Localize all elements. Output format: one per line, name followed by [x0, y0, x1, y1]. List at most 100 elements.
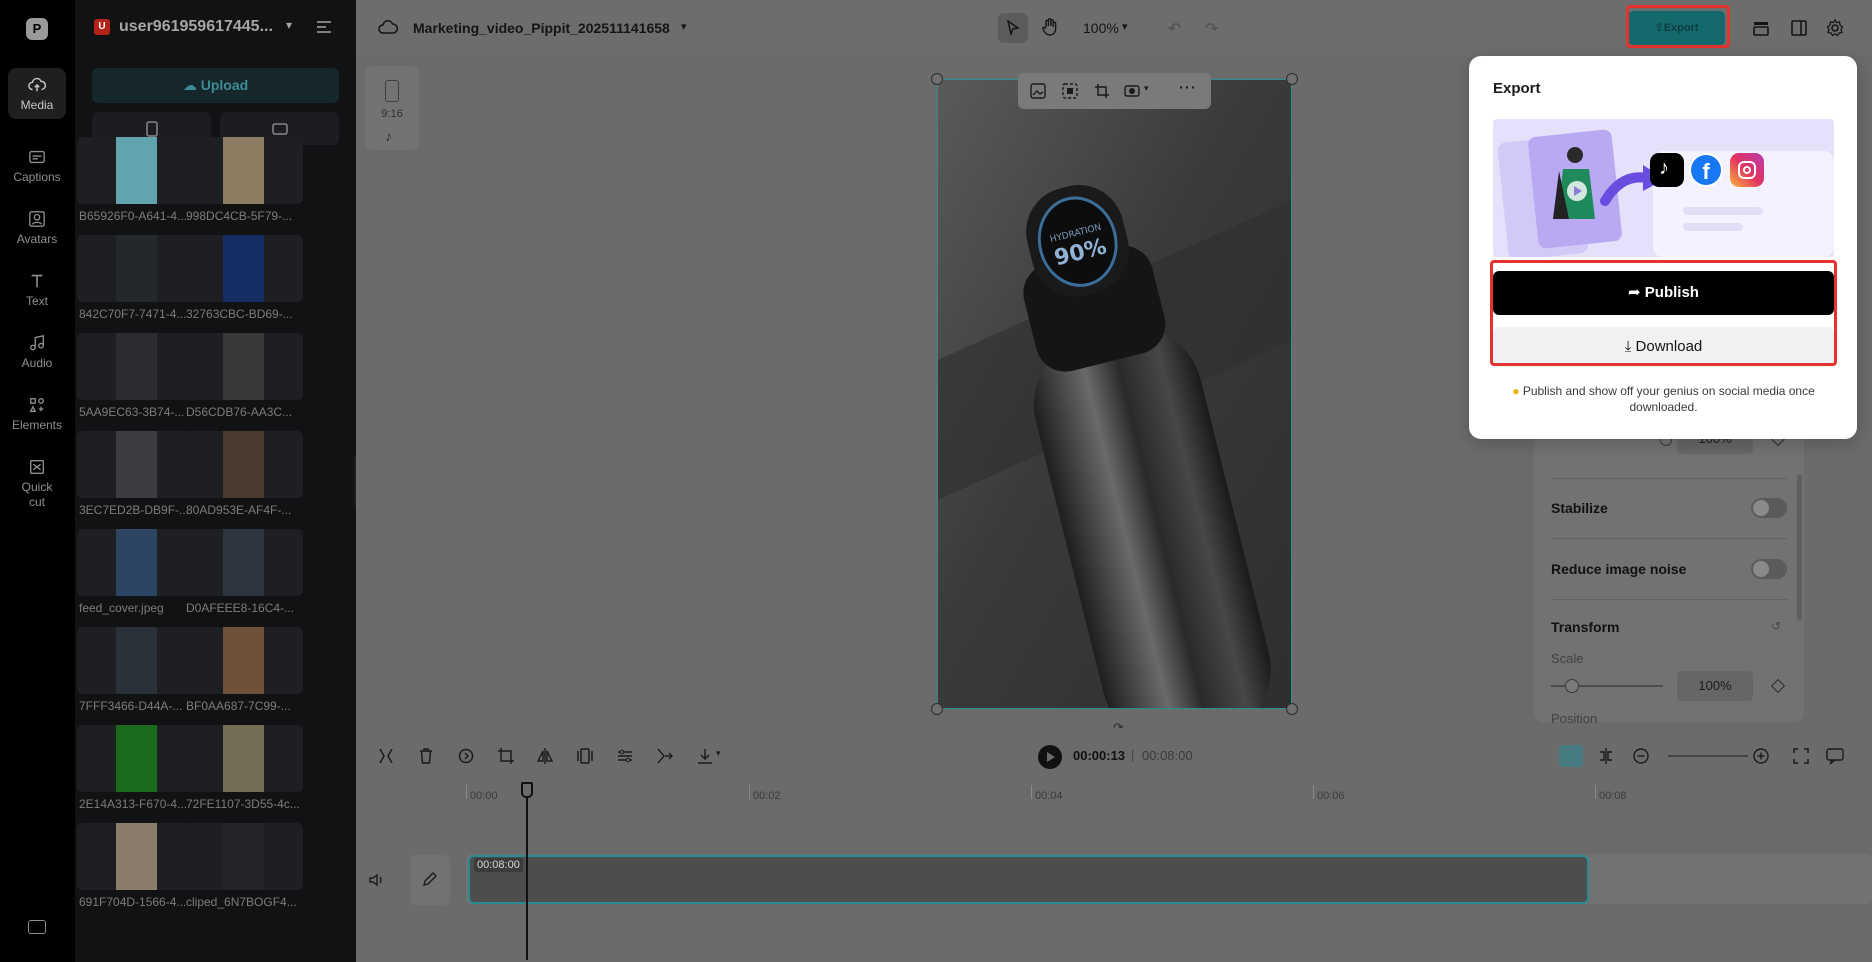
chevron-down-icon[interactable]: ▾ [1122, 20, 1128, 33]
user-name[interactable]: user961959617445... [119, 18, 273, 36]
download-icon[interactable] [696, 747, 714, 765]
track-mute-button[interactable] [356, 855, 396, 905]
chevron-down-icon[interactable]: ▾ [286, 18, 292, 32]
crop-icon[interactable] [497, 747, 515, 765]
rail-item-avatars[interactable]: Avatars [8, 210, 66, 246]
media-thumbnail[interactable] [77, 235, 196, 302]
media-thumbnail[interactable] [77, 823, 196, 890]
more-options-icon[interactable]: ⋯ [1178, 77, 1196, 98]
cloud-sync-icon[interactable] [378, 19, 398, 35]
fit-screen-icon[interactable] [1792, 747, 1810, 765]
upload-button[interactable]: ☁ Upload [92, 68, 339, 103]
resize-handle-top-right[interactable] [1286, 73, 1298, 85]
reset-icon[interactable]: ↺ [1771, 619, 1781, 633]
split-link-icon[interactable] [1597, 747, 1615, 765]
playhead[interactable] [526, 798, 528, 960]
track-edit-button[interactable] [410, 855, 450, 905]
aspect-ratio-selector[interactable]: 9:16 ♪ [365, 66, 419, 150]
loop-icon[interactable] [457, 747, 475, 765]
adjust-icon[interactable] [616, 747, 634, 765]
media-thumbnail[interactable] [184, 627, 303, 694]
media-thumbnail[interactable] [77, 431, 196, 498]
rail-item-elements[interactable]: Elements [8, 396, 66, 432]
replace-image-icon[interactable] [1030, 83, 1046, 99]
list-menu-icon[interactable] [316, 20, 332, 34]
resize-handle-bottom-left[interactable] [931, 703, 943, 715]
mask-icon[interactable] [1124, 83, 1140, 99]
flip-icon[interactable] [536, 747, 554, 765]
timeline: ▾ 00:00:13 | 00:08:00 00:00 00:02 00:04 … [356, 728, 1872, 962]
music-note-icon [30, 334, 44, 351]
zoom-out-icon[interactable] [1632, 747, 1650, 765]
rail-item-quick-cut[interactable]: Quick cut [8, 458, 66, 510]
reduce-noise-toggle[interactable] [1751, 559, 1787, 579]
feedback-icon[interactable] [1826, 747, 1844, 765]
properties-scrollbar[interactable] [1797, 474, 1802, 620]
rail-item-media[interactable]: Media [8, 68, 66, 119]
undo-icon[interactable]: ↶ [1168, 19, 1181, 39]
keyboard-shortcuts-icon[interactable] [28, 920, 46, 934]
media-thumbnail[interactable] [77, 529, 196, 596]
media-thumbnail[interactable] [184, 235, 303, 302]
delete-trash-icon[interactable] [417, 747, 435, 765]
keyframe-diamond-icon[interactable] [1770, 678, 1786, 694]
export-highlight-box [1626, 5, 1730, 48]
remove-background-icon[interactable] [1062, 83, 1078, 99]
settings-gear-icon[interactable] [1825, 18, 1845, 38]
quick-cut-icon [30, 460, 44, 474]
layers-icon[interactable] [1751, 18, 1771, 38]
thumbnail-image [116, 725, 157, 792]
hand-tool-icon[interactable] [1040, 17, 1060, 37]
rail-item-captions[interactable]: Captions [8, 148, 66, 184]
zoom-in-icon[interactable] [1752, 747, 1770, 765]
stabilize-label: Stabilize [1551, 500, 1608, 516]
media-thumbnail[interactable] [184, 823, 303, 890]
zoom-level[interactable]: 100% [1083, 20, 1119, 36]
media-thumbnail[interactable] [77, 725, 196, 792]
project-title[interactable]: Marketing_video_Pippit_202511141658 [413, 20, 670, 36]
media-filename: 7FFF3466-D44A-... [79, 699, 183, 713]
mirror-icon[interactable] [576, 747, 594, 765]
magnet-snap-button[interactable] [1559, 745, 1583, 767]
resize-handle-bottom-right[interactable] [1286, 703, 1298, 715]
media-thumbnail[interactable] [184, 529, 303, 596]
time-separator: | [1131, 747, 1135, 762]
tiktok-icon: ♪ [1650, 153, 1684, 187]
media-thumbnail[interactable] [184, 725, 303, 792]
select-tool-button[interactable] [998, 13, 1028, 43]
play-button[interactable] [1038, 745, 1062, 769]
chevron-down-icon[interactable]: ▾ [1144, 83, 1149, 94]
media-thumbnail[interactable] [184, 137, 303, 204]
scale-input[interactable]: 100% [1677, 671, 1753, 701]
media-thumbnail[interactable] [184, 333, 303, 400]
media-thumbnail[interactable] [77, 333, 196, 400]
current-time: 00:00:13 [1073, 748, 1126, 763]
user-avatar[interactable]: U [94, 19, 110, 35]
chevron-down-icon[interactable]: ▾ [681, 20, 687, 33]
ruler-tick [1595, 785, 1596, 799]
split-icon[interactable] [377, 747, 395, 765]
crop-icon[interactable] [1094, 83, 1110, 99]
app-logo-icon[interactable]: P [26, 18, 48, 40]
video-clip[interactable] [468, 855, 1589, 904]
rail-item-audio[interactable]: Audio [8, 334, 66, 370]
video-preview[interactable]: HYDRATION 90% [937, 79, 1292, 709]
redo-icon[interactable]: ↷ [1205, 19, 1218, 39]
trim-icon[interactable] [656, 747, 674, 765]
playhead-handle[interactable] [521, 782, 533, 798]
rail-item-text[interactable]: Text [8, 272, 66, 308]
bottle-product-image: HYDRATION 90% [938, 80, 1291, 708]
rail-item-label: Captions [13, 170, 61, 184]
media-thumbnail[interactable] [77, 137, 196, 204]
resize-handle-top-left[interactable] [931, 73, 943, 85]
rail-item-label: Audio [21, 356, 53, 370]
media-thumbnail[interactable] [77, 627, 196, 694]
scale-slider-knob[interactable] [1565, 679, 1579, 693]
stabilize-toggle[interactable] [1751, 498, 1787, 518]
split-layout-icon[interactable] [1789, 18, 1809, 38]
portrait-phone-icon [385, 80, 399, 102]
zoom-slider[interactable] [1668, 755, 1748, 757]
upload-label: Upload [200, 77, 249, 93]
media-thumbnail[interactable] [184, 431, 303, 498]
chevron-down-icon[interactable]: ▾ [716, 748, 721, 759]
